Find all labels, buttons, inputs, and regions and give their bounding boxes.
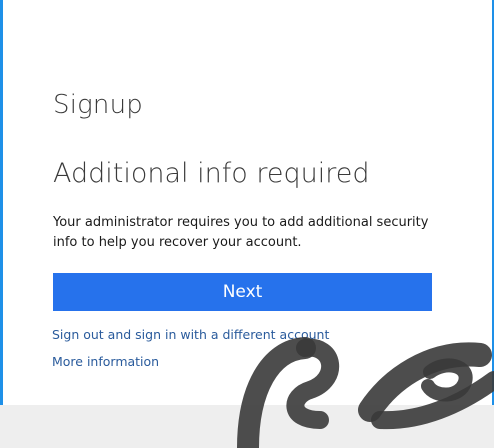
next-button[interactable]: Next xyxy=(53,273,432,311)
signup-window: Signup Additional info required Your adm… xyxy=(0,0,494,448)
description-text: Your administrator requires you to add a… xyxy=(53,215,429,250)
window-left-border xyxy=(0,0,3,448)
more-information-link[interactable]: More information xyxy=(52,354,159,369)
page-heading: Additional info required xyxy=(53,158,370,189)
sign-out-link[interactable]: Sign out and sign in with a different ac… xyxy=(52,327,329,342)
footer-band xyxy=(0,405,494,448)
page-title: Signup xyxy=(53,90,143,120)
